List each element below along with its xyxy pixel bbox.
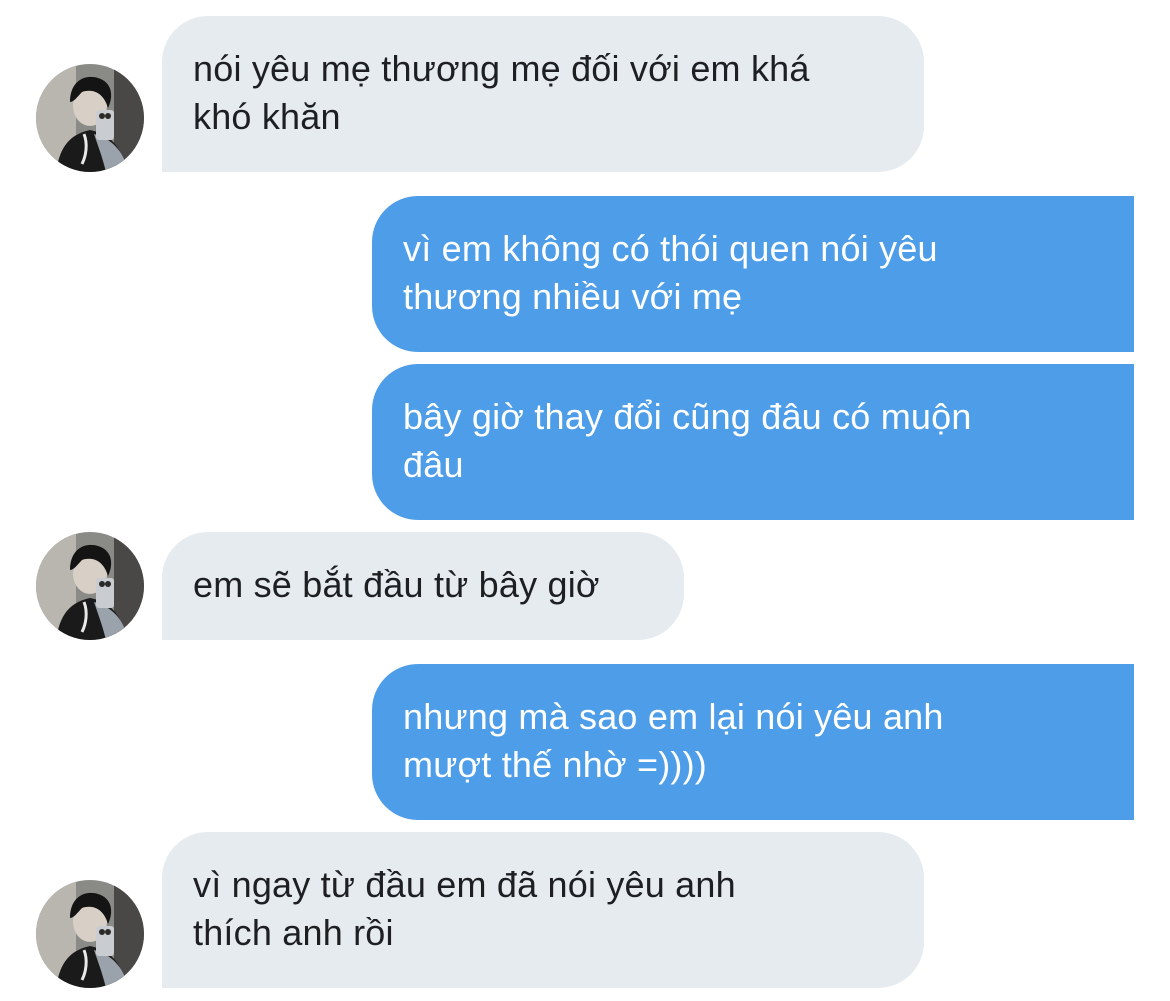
profile-photo-icon: [36, 880, 144, 988]
contact-avatar[interactable]: [36, 880, 144, 988]
contact-avatar[interactable]: [36, 532, 144, 640]
incoming-message-bubble[interactable]: em sẽ bắt đầu từ bây giờ: [162, 532, 684, 640]
outgoing-message-bubble[interactable]: vì em không có thói quen nói yêu thương …: [372, 196, 1134, 352]
outgoing-message-bubble[interactable]: nhưng mà sao em lại nói yêu anh mượt thế…: [372, 664, 1134, 820]
incoming-message-bubble[interactable]: vì ngay từ đầu em đã nói yêu anh thích a…: [162, 832, 924, 988]
profile-photo-icon: [36, 532, 144, 640]
outgoing-message-bubble[interactable]: bây giờ thay đổi cũng đâu có muộn đâu: [372, 364, 1134, 520]
incoming-message-bubble[interactable]: nói yêu mẹ thương mẹ đối với em khá khó …: [162, 16, 924, 172]
profile-photo-icon: [36, 64, 144, 172]
contact-avatar[interactable]: [36, 64, 144, 172]
